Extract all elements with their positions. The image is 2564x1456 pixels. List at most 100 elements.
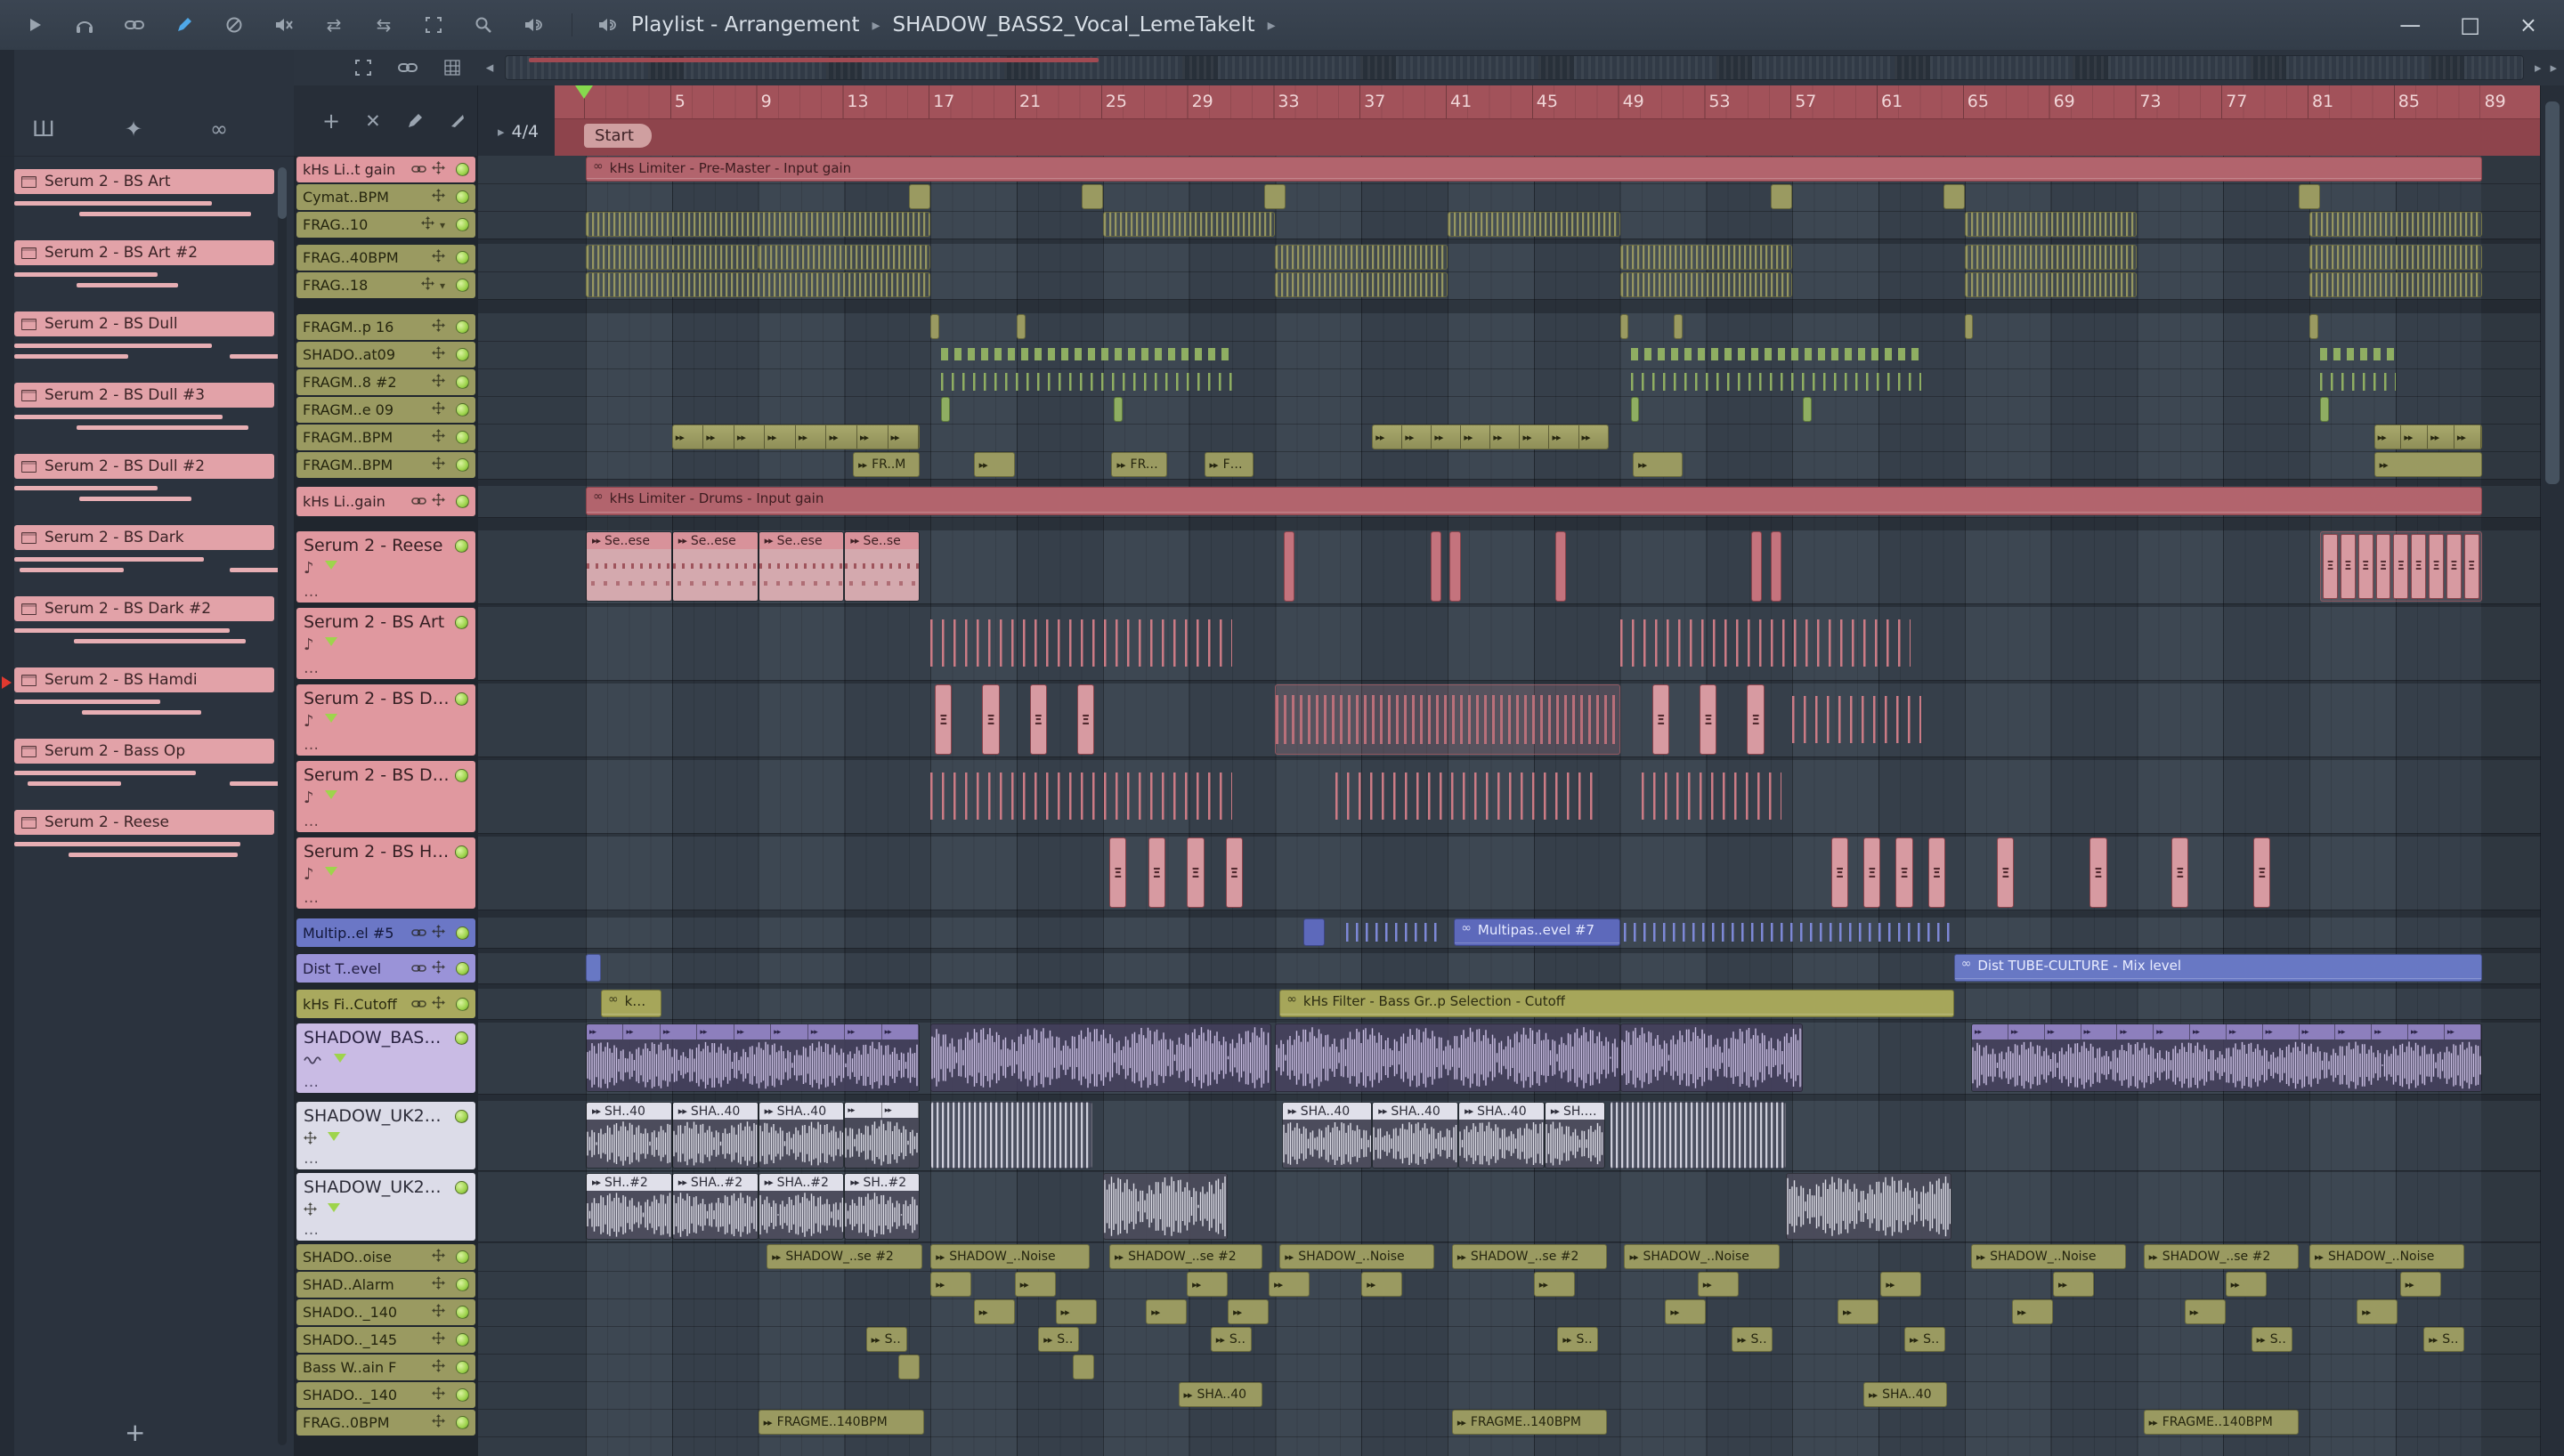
pattern-chip[interactable]: Serum 2 - BS Dull #3 bbox=[14, 383, 274, 408]
clip[interactable] bbox=[1430, 531, 1441, 602]
track-header[interactable]: SHADOW_UK2_Mel..… bbox=[294, 1101, 478, 1170]
clip[interactable] bbox=[1624, 918, 1954, 946]
pattern-chip[interactable]: Serum 2 - Reese bbox=[14, 810, 274, 835]
track-header[interactable]: FRAGM..p 16 bbox=[294, 313, 478, 341]
clip[interactable] bbox=[1081, 184, 1103, 209]
clip[interactable]: ▸▸ SHA..#2 bbox=[758, 1173, 845, 1240]
clip[interactable] bbox=[930, 1102, 1092, 1169]
clip[interactable] bbox=[1619, 314, 1629, 339]
clip[interactable]: ▸▸ bbox=[1533, 1272, 1575, 1297]
clip[interactable] bbox=[1275, 684, 1620, 755]
track-led-icon[interactable] bbox=[456, 997, 469, 1011]
track-led-icon[interactable] bbox=[456, 279, 469, 292]
clip[interactable]: ▸▸ bbox=[1697, 1272, 1739, 1297]
clip[interactable] bbox=[1448, 212, 1620, 237]
track-header[interactable]: FRAGM..8 #2 bbox=[294, 368, 478, 396]
clip[interactable] bbox=[1630, 397, 1640, 422]
pattern-chip[interactable]: Serum 2 - BS Dark #2 bbox=[14, 596, 274, 621]
track-header[interactable]: Multip..el #5 bbox=[294, 918, 478, 948]
track-header[interactable]: SHADOW_UK2_Mel..… bbox=[294, 1172, 478, 1242]
pencil-tool-icon[interactable] bbox=[406, 109, 424, 133]
clip[interactable]: ▸▸ SHADOW_..Noise bbox=[1279, 1244, 1435, 1269]
clip[interactable] bbox=[1619, 272, 1793, 297]
clip[interactable] bbox=[1964, 272, 2138, 297]
track-led-icon[interactable] bbox=[456, 1306, 469, 1319]
clip[interactable] bbox=[1751, 531, 1763, 602]
track-header[interactable]: Serum 2 - BS Ha.. ♪… bbox=[294, 837, 478, 910]
track-led-icon[interactable] bbox=[456, 1278, 469, 1291]
clip[interactable] bbox=[2309, 314, 2318, 339]
clip[interactable]: ∞ kHs Limiter - Pre-Master - Input gain bbox=[586, 157, 2482, 182]
pattern-item[interactable]: Serum 2 - BS Dull #2 bbox=[14, 450, 274, 522]
track-header[interactable]: Serum 2 - Reese ♪… bbox=[294, 530, 478, 603]
clip[interactable] bbox=[1275, 1023, 1620, 1092]
maximize-button[interactable]: □ bbox=[2460, 12, 2480, 37]
clip[interactable] bbox=[1943, 184, 1965, 209]
clip[interactable]: ▸▸ bbox=[1228, 1299, 1270, 1324]
mute-icon[interactable] bbox=[272, 13, 296, 36]
headphones-icon[interactable] bbox=[73, 13, 96, 36]
clip[interactable] bbox=[897, 1355, 921, 1379]
clip[interactable]: ▸▸ ▸▸ ▸▸ ▸▸ ▸▸ ▸▸ ▸▸ ▸▸ ▸▸ ▸▸ ▸▸ ▸▸ ▸▸ ▸▸ bbox=[1971, 1023, 2482, 1092]
clip[interactable]: ▸▸ SHA..40 bbox=[1372, 1102, 1459, 1169]
clip[interactable]: ▸▸ bbox=[1361, 1272, 1403, 1297]
clip[interactable]: ▸▸ bbox=[2012, 1299, 2053, 1324]
track-led-icon[interactable] bbox=[456, 495, 469, 508]
clip[interactable] bbox=[1275, 272, 1448, 297]
automation-clips-icon[interactable]: ∞ bbox=[210, 117, 228, 142]
clip[interactable]: ▸▸ ▸▸ ▸▸ ▸▸ ▸▸ ▸▸ ▸▸ ▸▸ ▸▸ bbox=[586, 1023, 921, 1092]
clip[interactable]: ▸▸ FRAGME..140BPM bbox=[1451, 1410, 1608, 1435]
clip[interactable]: ▸▸SH..40 bbox=[1544, 1102, 1605, 1169]
track-header[interactable]: FRAG..10 ▾ bbox=[294, 211, 478, 239]
clip[interactable] bbox=[2320, 342, 2396, 367]
pattern-item[interactable]: Serum 2 - BS Dull #3 bbox=[14, 379, 274, 450]
track-header[interactable]: Serum 2 - BS Dull ♪… bbox=[294, 684, 478, 756]
vertical-scrollbar[interactable] bbox=[2540, 85, 2564, 1456]
track-led-icon[interactable] bbox=[456, 163, 469, 176]
clip[interactable] bbox=[1102, 212, 1276, 237]
link-icon[interactable] bbox=[123, 13, 146, 36]
clip[interactable]: ▸▸ S..5 bbox=[1038, 1327, 1080, 1352]
clip[interactable]: ▸▸ SHADOW_..Noise bbox=[1624, 1244, 1780, 1269]
track-led-icon[interactable] bbox=[455, 692, 468, 706]
clip[interactable] bbox=[1674, 314, 1683, 339]
clip[interactable]: ▸▸ bbox=[1838, 1299, 1878, 1324]
note-pattern-clip[interactable]: Ξ bbox=[1863, 837, 1881, 908]
track-header[interactable]: Cymat..BPM bbox=[294, 183, 478, 211]
clip[interactable] bbox=[941, 342, 1232, 367]
clip[interactable] bbox=[1275, 245, 1448, 270]
clip[interactable] bbox=[2320, 397, 2329, 422]
track-header[interactable]: Serum 2 - BS Dark ♪… bbox=[294, 760, 478, 833]
clip[interactable]: ▸▸ SHADOW_..se #2 bbox=[767, 1244, 922, 1269]
clip[interactable] bbox=[2320, 369, 2396, 394]
clip[interactable] bbox=[941, 369, 1232, 394]
track-led-icon[interactable] bbox=[456, 218, 469, 231]
track-header[interactable]: SHADO..at09 bbox=[294, 341, 478, 368]
track-header[interactable]: FRAG..0BPM bbox=[294, 1409, 478, 1436]
clip[interactable] bbox=[1630, 342, 1922, 367]
clip[interactable]: ∞ kHs Filter - Bass Gr..p Selection - Cut… bbox=[1279, 990, 1954, 1017]
track-header[interactable]: FRAGM..BPM bbox=[294, 424, 478, 451]
track-led-icon[interactable] bbox=[456, 190, 469, 204]
clip[interactable] bbox=[930, 761, 1232, 831]
zoom-icon[interactable] bbox=[472, 13, 495, 36]
note-pattern-clip[interactable]: Ξ bbox=[1997, 837, 2015, 908]
clip[interactable] bbox=[1102, 1173, 1229, 1240]
grid-view-icon[interactable] bbox=[441, 56, 464, 79]
track-header[interactable]: kHs Li..gain bbox=[294, 486, 478, 517]
clip[interactable]: ▸▸ SHADOW_..Noise bbox=[930, 1244, 1091, 1269]
pattern-chip[interactable]: Serum 2 - BS Art bbox=[14, 169, 274, 194]
clip[interactable]: ▸▸ SHA..#2 bbox=[671, 1173, 759, 1240]
link-icon[interactable] bbox=[396, 56, 419, 79]
clip[interactable]: ∞ kH..#2 bbox=[600, 990, 661, 1017]
track-header[interactable]: Serum 2 - BS Art ♪… bbox=[294, 607, 478, 680]
clip[interactable] bbox=[1264, 184, 1286, 209]
pattern-item[interactable]: Serum 2 - Reese bbox=[14, 806, 274, 878]
clip[interactable]: ▸▸ ▸▸ ▸▸ ▸▸ bbox=[2373, 425, 2482, 449]
track-led-icon[interactable] bbox=[456, 376, 469, 389]
clip[interactable]: ▸▸ bbox=[930, 1272, 972, 1297]
track-led-icon[interactable] bbox=[456, 1416, 469, 1429]
track-led-icon[interactable] bbox=[455, 1109, 468, 1123]
seek-icon[interactable]: ⇆ bbox=[372, 13, 395, 36]
track-led-icon[interactable] bbox=[456, 1250, 469, 1264]
